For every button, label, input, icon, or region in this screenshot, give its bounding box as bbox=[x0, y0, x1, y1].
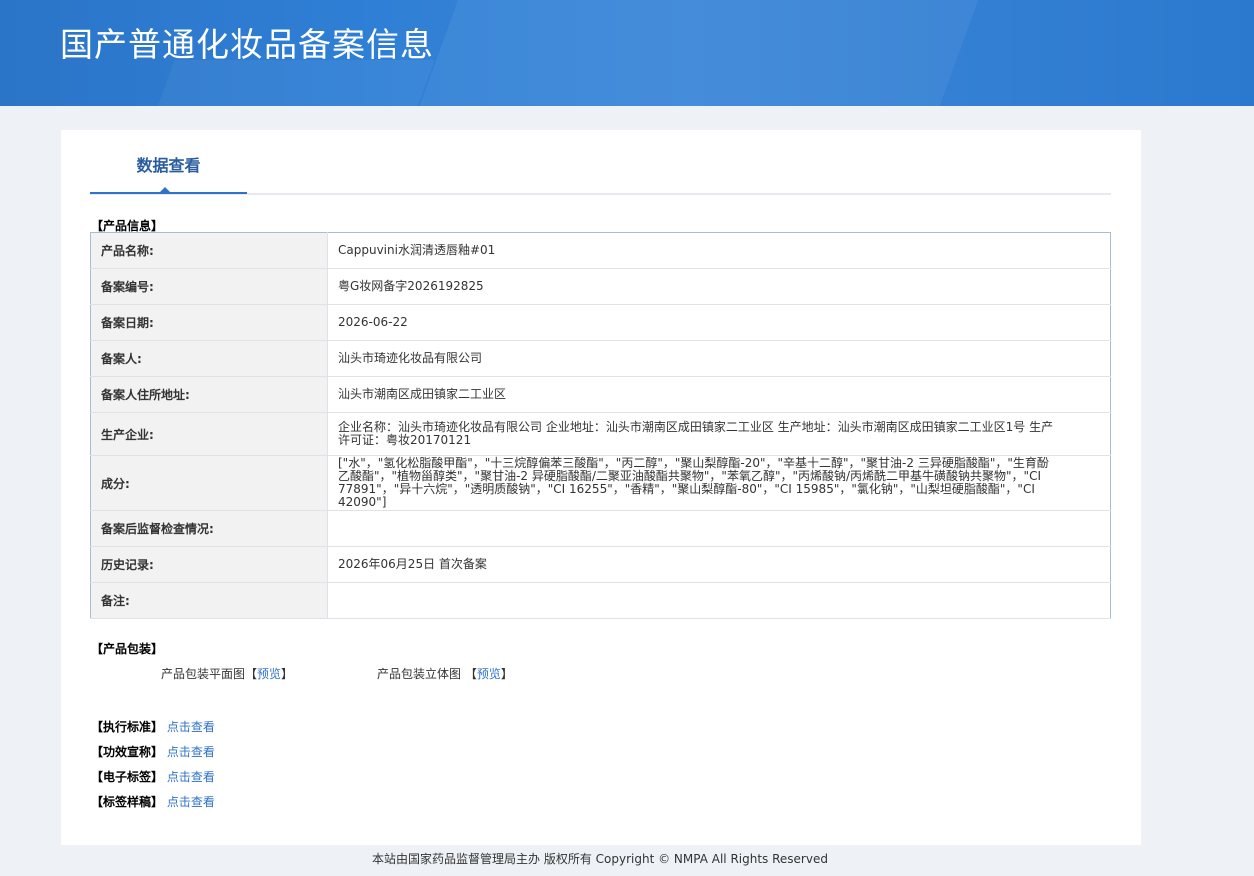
row-value: Cappuvini水润清透唇釉#01 bbox=[327, 232, 1111, 269]
product-info-table: 产品名称: Cappuvini水润清透唇釉#01 备案编号: 粤G妆网备字202… bbox=[90, 232, 1111, 619]
row-value: 汕头市潮南区成田镇家二工业区 bbox=[327, 376, 1111, 413]
row-value: 汕头市琦迹化妆品有限公司 bbox=[327, 340, 1111, 377]
row-value bbox=[327, 510, 1111, 547]
table-row: 备案编号: 粤G妆网备字2026192825 bbox=[90, 268, 1111, 305]
row-label: 备注: bbox=[90, 582, 328, 619]
row-value: 2026年06月25日 首次备案 bbox=[327, 546, 1111, 583]
row-label: 备案编号: bbox=[90, 268, 328, 305]
footer-copyright: 本站由国家药品监督管理局主办 版权所有 Copyright © NMPA All… bbox=[372, 852, 828, 866]
link-row-standard: 【执行标准】 点击查看 bbox=[91, 718, 215, 735]
row-label: 历史记录: bbox=[90, 546, 328, 583]
row-label: 备案后监督检查情况: bbox=[90, 510, 328, 547]
view-standard-link[interactable]: 点击查看 bbox=[167, 720, 215, 734]
table-row: 备案人住所地址: 汕头市潮南区成田镇家二工业区 bbox=[90, 376, 1111, 413]
packaging-flat-label: 产品包装平面图【 bbox=[161, 667, 258, 681]
table-row: 历史记录: 2026年06月25日 首次备案 bbox=[90, 546, 1111, 583]
row-value: 企业名称：汕头市琦迹化妆品有限公司 企业地址：汕头市潮南区成田镇家二工业区 生产… bbox=[327, 412, 1111, 456]
row-label: 生产企业: bbox=[90, 412, 328, 456]
table-row: 备案日期: 2026-06-22 bbox=[90, 304, 1111, 341]
table-row: 备案人: 汕头市琦迹化妆品有限公司 bbox=[90, 340, 1111, 377]
link-row-label: 【功效宣称】 bbox=[91, 745, 164, 759]
packaging-flat-preview-link[interactable]: 预览 bbox=[257, 667, 281, 681]
packaging-solid-label: 产品包装立体图 【 bbox=[377, 667, 477, 681]
header-decoration bbox=[145, 60, 435, 106]
view-efficacy-link[interactable]: 点击查看 bbox=[167, 745, 215, 759]
row-label: 成分: bbox=[90, 455, 328, 511]
row-label: 备案人: bbox=[90, 340, 328, 377]
view-e-label-link[interactable]: 点击查看 bbox=[167, 770, 215, 784]
table-row: 备案后监督检查情况: bbox=[90, 510, 1111, 547]
tab-data-view[interactable]: 数据查看 bbox=[90, 130, 247, 194]
bracket-close: 】 bbox=[281, 667, 294, 681]
page-header: 国产普通化妆品备案信息 bbox=[0, 0, 1254, 106]
content-card: 数据查看 【产品信息】 产品名称: Cappuvini水润清透唇釉#01 备案编… bbox=[61, 130, 1141, 845]
row-label: 备案日期: bbox=[90, 304, 328, 341]
link-row-efficacy: 【功效宣称】 点击查看 bbox=[91, 743, 215, 760]
packaging-solid: 产品包装立体图 【预览】 bbox=[377, 665, 513, 682]
row-value: 粤G妆网备字2026192825 bbox=[327, 268, 1111, 305]
page-title: 国产普通化妆品备案信息 bbox=[60, 25, 434, 64]
bracket-close: 】 bbox=[500, 667, 513, 681]
packaging-title: 【产品包装】 bbox=[91, 642, 164, 656]
table-row: 产品名称: Cappuvini水润清透唇釉#01 bbox=[90, 232, 1111, 269]
row-value: 2026-06-22 bbox=[327, 304, 1111, 341]
row-label: 备案人住所地址: bbox=[90, 376, 328, 413]
link-row-label: 【标签样稿】 bbox=[91, 795, 164, 809]
tab-caret-icon bbox=[160, 187, 170, 192]
row-label: 产品名称: bbox=[90, 232, 328, 269]
view-label-sample-link[interactable]: 点击查看 bbox=[167, 795, 215, 809]
link-row-label-sample: 【标签样稿】 点击查看 bbox=[91, 793, 215, 810]
packaging-flat: 产品包装平面图【预览】 bbox=[161, 665, 293, 682]
packaging-solid-preview-link[interactable]: 预览 bbox=[477, 667, 501, 681]
tab-bar: 数据查看 bbox=[90, 130, 1111, 195]
header-decoration bbox=[392, 0, 1008, 106]
row-value: ["水"，"氢化松脂酸甲酯"，"十三烷醇偏苯三酸酯"，"丙二醇"，"聚山梨醇酯-… bbox=[327, 455, 1111, 511]
table-row: 成分: ["水"，"氢化松脂酸甲酯"，"十三烷醇偏苯三酸酯"，"丙二醇"，"聚山… bbox=[90, 455, 1111, 511]
table-row: 生产企业: 企业名称：汕头市琦迹化妆品有限公司 企业地址：汕头市潮南区成田镇家二… bbox=[90, 412, 1111, 456]
table-row: 备注: bbox=[90, 582, 1111, 619]
row-value bbox=[327, 582, 1111, 619]
link-row-label: 【电子标签】 bbox=[91, 770, 164, 784]
link-row-e-label: 【电子标签】 点击查看 bbox=[91, 768, 215, 785]
link-row-label: 【执行标准】 bbox=[91, 720, 164, 734]
